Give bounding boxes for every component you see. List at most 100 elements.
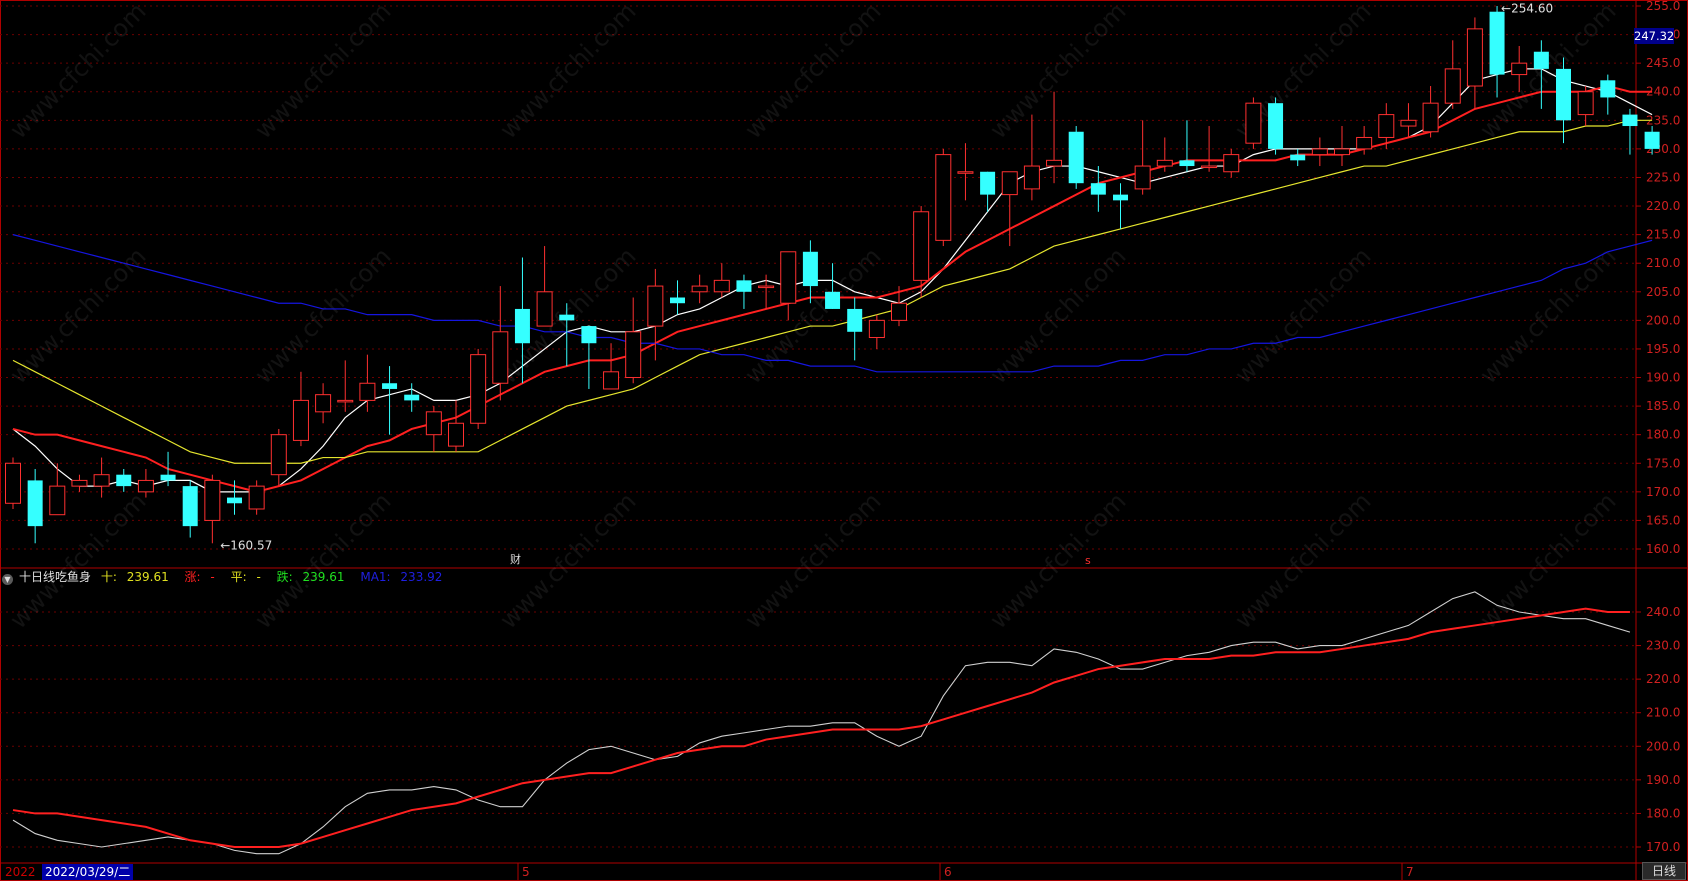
candle-body [625,331,642,379]
legend-flat: 平: - [230,570,261,584]
y-tick-label: 180.0 [1646,806,1680,820]
candle-body [1268,103,1284,149]
y-tick-label: 220.0 [1646,672,1680,686]
candle-body [137,479,154,493]
watermark-text: www.cfchi.com [249,487,396,634]
candle-body [1577,91,1594,116]
candle-body [160,474,176,481]
y-tick-label: 195.0 [1646,342,1680,356]
candle-body [1311,148,1328,156]
candle-body [1179,160,1195,167]
candle-body [1001,171,1018,196]
chevron-down-icon[interactable]: ▼ [2,574,13,585]
candle-body [736,280,752,292]
candle-body [1134,165,1151,190]
legend-rise: 涨: - [184,570,215,584]
candle-body [1511,62,1528,76]
candle-body [1334,148,1350,156]
candle-body [780,251,797,304]
candle-body [1223,154,1240,173]
y-tick-label: 225.0 [1646,170,1680,184]
candle-body [957,171,974,174]
cursor-date: 2022/03/29/二 [42,864,134,880]
x-tick-label: 5 [522,865,530,879]
y-tick-label: 220.0 [1646,199,1680,213]
y-tick-label: 175.0 [1646,456,1680,470]
candle-body [713,279,730,293]
candle-body [182,486,198,527]
candle-body [404,394,420,401]
candle-body [204,479,221,521]
candle-body [1201,165,1218,169]
marker-cai[interactable]: 财 [510,554,521,566]
y-tick-label: 205.0 [1646,285,1680,299]
candle-body [1378,114,1395,138]
candle-body [227,497,242,504]
candle-body [93,474,110,487]
candle-body [1113,194,1128,201]
y-tick-label: 240.0 [1646,605,1680,619]
candle-body [71,479,88,487]
y-tick-label: 200.0 [1646,313,1680,327]
candle-body [1533,51,1549,69]
y-tick-label: 245.0 [1646,56,1680,70]
candle-body [603,371,620,390]
legend-ten: 十: 239.61 [100,570,169,584]
candle-body [337,399,354,403]
watermark-text: www.cfchi.com [249,242,396,389]
watermark-text: www.cfchi.com [984,242,1131,389]
candle-body [581,326,597,344]
candle-body [1356,136,1373,150]
y-tick-label: 165.0 [1646,513,1680,527]
y-tick-label: 185.0 [1646,399,1680,413]
candle-body [647,285,664,327]
high-label: ←254.60 [1501,1,1553,15]
candle-body [292,399,309,441]
candle-body [27,480,43,527]
candle-body [1245,102,1262,144]
candle-body [1422,102,1439,133]
y-tick-label: 160.0 [1646,542,1680,556]
y-tick-label: 200.0 [1646,739,1680,753]
candle-body [1068,131,1084,184]
candle-body [1290,154,1306,161]
watermark-text: www.cfchi.com [1229,242,1376,389]
candle-body [868,319,885,339]
indicator-line-1 [12,607,1630,848]
low-label: ←160.57 [220,539,272,553]
candle-body [514,308,530,344]
period-button[interactable]: 日线 [1642,862,1686,880]
candle-body [1644,131,1660,149]
chart-frame [0,0,1688,881]
candle-body [891,302,907,321]
candle-body [1600,80,1616,98]
candle-body [49,485,66,516]
candle-body [935,154,952,241]
watermark-text: www.cfchi.com [984,0,1131,144]
candle-body [1444,68,1461,104]
candle-body [382,383,398,389]
y-tick-label: 190.0 [1646,371,1680,385]
legend-ma1: MA1: 233.92 [360,570,443,584]
x-label-year: 2022 [5,865,36,879]
candle-body [425,411,442,436]
y-tick-label: 210.0 [1646,706,1680,720]
x-tick-label: 7 [1406,865,1414,879]
candle-body [315,394,332,413]
candle-body [1622,114,1638,127]
candle-body [536,291,553,327]
candle-body [691,285,708,293]
watermark-text: www.cfchi.com [4,487,151,634]
watermark-text: www.cfchi.com [739,0,886,144]
candle-body [913,211,930,281]
candle-body [1156,159,1173,167]
marker-s[interactable]: s [1085,555,1091,567]
candle-body [1090,183,1106,195]
candle-body [359,382,376,401]
candle-body [1023,165,1040,190]
y-tick-label: 215.0 [1646,228,1680,242]
y-tick-label: 210.0 [1646,256,1680,270]
candle-body [248,485,265,510]
candle-body [5,462,21,504]
watermark-text: www.cfchi.com [494,0,641,144]
